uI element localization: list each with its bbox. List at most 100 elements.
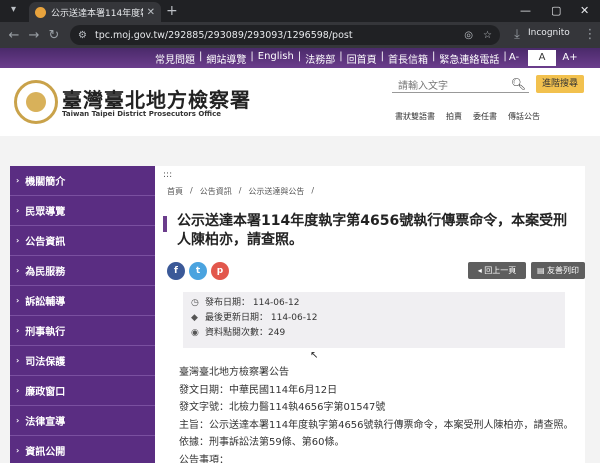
utility-link[interactable]: | [381, 51, 384, 66]
font-size-controls: A- A A+ [500, 50, 584, 66]
breadcrumb-item[interactable]: 首頁 [167, 186, 183, 197]
title-accent-bar [163, 216, 167, 232]
tab-close-icon[interactable]: ✕ [147, 7, 155, 18]
url-text[interactable]: tpc.moj.gov.tw/292885/293089/293093/1296… [95, 30, 454, 41]
sidebar-item-label: 法律宣導 [25, 417, 66, 428]
body-paragraph: 發文日期：中華民國114年6月12日 [179, 384, 338, 396]
sidebar-item-label: 民眾導覽 [25, 207, 66, 218]
print-button-label: 友善列印 [547, 266, 580, 275]
body-paragraph: 發文字號：北檢力醫114執4656字第01547號 [179, 402, 386, 413]
breadcrumb-item[interactable]: / [311, 186, 314, 197]
updated-date-row: ◆ 最後更新日期： 114-06-12 [191, 311, 557, 326]
quick-link[interactable]: 委任書 [473, 111, 497, 122]
utility-link[interactable]: 緊急連絡電話 [439, 51, 499, 66]
updated-date: 最後更新日期： 114-06-12 [205, 313, 318, 323]
chevron-right-icon: › [16, 356, 20, 365]
utility-link[interactable]: 首長信箱 [388, 51, 428, 66]
reload-icon[interactable]: ↻ [44, 28, 64, 43]
sidebar-item[interactable]: › 為民服務 [10, 256, 155, 286]
font-small-button[interactable]: A- [500, 50, 528, 66]
chevron-right-icon: › [16, 236, 20, 245]
chevron-right-icon: › [16, 266, 20, 275]
utility-link[interactable]: 回首頁 [347, 51, 377, 66]
print-button[interactable]: ▤ 友善列印 [531, 262, 585, 279]
back-icon[interactable]: ← [4, 28, 24, 43]
sidebar-item[interactable]: › 廉政窗口 [10, 376, 155, 406]
font-medium-button[interactable]: A [528, 50, 556, 66]
site-favicon-icon [35, 6, 46, 18]
utility-link[interactable]: | [199, 51, 202, 66]
sidebar-item-label: 刑事執行 [25, 327, 66, 338]
facebook-icon[interactable]: f [167, 262, 185, 280]
search-icon[interactable]: 🔍︎ [511, 77, 526, 91]
sidebar-item-label: 訴訟輔導 [25, 297, 66, 308]
site-info-icon[interactable]: ⚙ [78, 30, 87, 41]
quick-links: 書狀雙語書 拍賣 委任書 傳話公告 [395, 111, 551, 122]
sidebar-item[interactable]: › 機關簡介 [10, 166, 155, 196]
breadcrumb-item[interactable]: 公示送達與公告 [248, 186, 304, 197]
site-name[interactable]: 臺灣臺北地方檢察署 [62, 84, 251, 113]
download-icon[interactable]: ⤓ [507, 27, 527, 42]
accesskey-dots[interactable]: ::: [163, 170, 172, 180]
quick-link[interactable]: 書狀雙語書 [395, 111, 435, 122]
utility-link[interactable]: | [250, 51, 253, 66]
sidebar-item[interactable]: › 民眾導覽 [10, 196, 155, 226]
utility-link[interactable]: | [298, 51, 301, 66]
tab-search-icon[interactable]: ▾ [7, 4, 20, 17]
chevron-right-icon: › [16, 326, 20, 335]
more-menu-icon[interactable]: ⋮ [580, 27, 600, 42]
sidebar-item[interactable]: › 刑事執行 [10, 316, 155, 346]
close-window-icon[interactable]: ✕ [580, 4, 589, 17]
chevron-right-icon: › [16, 176, 20, 185]
page-title: 公示送達本署114年度執字第4656號執行傳票命令，本案受刑人陳柏亦，請查照。 [177, 213, 568, 248]
breadcrumb-item[interactable]: / [190, 186, 193, 197]
utility-link[interactable]: 網站導覽 [206, 51, 246, 66]
agency-logo-icon[interactable] [14, 80, 58, 124]
sidebar-item[interactable]: › 法律宣導 [10, 406, 155, 436]
chevron-right-icon: › [16, 416, 20, 425]
utility-link[interactable]: 常見問題 [155, 51, 195, 66]
sidebar-item-label: 為民服務 [25, 267, 66, 278]
chevron-right-icon: › [16, 296, 20, 305]
utility-link[interactable]: 法務部 [305, 51, 335, 66]
twitter-icon[interactable]: t [189, 262, 207, 280]
back-button[interactable]: ◂ 回上一頁 [468, 262, 526, 279]
sidebar-item[interactable]: › 公告資訊 [10, 226, 155, 256]
breadcrumb-item[interactable]: 公告資訊 [200, 186, 232, 197]
site-header: 臺灣臺北地方檢察署 Taiwan Taipei District Prosecu… [0, 68, 600, 136]
font-large-button[interactable]: A+ [556, 50, 584, 66]
minimize-icon[interactable]: — [520, 4, 531, 17]
address-bar[interactable]: ⚙ tpc.moj.gov.tw/292885/293089/293093/12… [70, 25, 500, 45]
publish-date-row: ◷ 發布日期： 114-06-12 [191, 296, 557, 311]
breadcrumb-item[interactable]: / [239, 186, 242, 197]
sidebar-item[interactable]: › 司法保護 [10, 346, 155, 376]
body-paragraph: 公告事項： [179, 454, 229, 463]
site-name-english: Taiwan Taipei District Prosecutors Offic… [62, 110, 222, 118]
chevron-right-icon: › [16, 206, 20, 215]
search-input[interactable]: 請輸入文字 🔍︎ [392, 76, 529, 93]
sidebar-item[interactable]: › 訴訟輔導 [10, 286, 155, 316]
utility-link[interactable]: English [258, 51, 294, 66]
breadcrumb: 首頁 / 公告資訊 / 公示送達與公告 / [167, 186, 321, 197]
search-placeholder[interactable]: 請輸入文字 [392, 77, 511, 92]
plurk-icon[interactable]: p [211, 262, 229, 280]
sidebar-item-label: 機關簡介 [25, 177, 66, 188]
maximize-icon[interactable]: ▢ [551, 4, 561, 17]
incognito-label[interactable]: Incognito [528, 28, 570, 38]
quick-link[interactable]: 傳話公告 [508, 111, 540, 122]
advanced-search-button[interactable]: 進階搜尋 [536, 75, 584, 93]
sidebar-item[interactable]: › 資訊公開 [10, 436, 155, 463]
browser-tab[interactable]: 公示送達本署114年度執字第465 ✕ [29, 2, 161, 22]
body-paragraph: 依據：刑事訴訟法第59條、第60條。 [179, 437, 345, 448]
bookmark-star-icon[interactable]: ☆ [483, 30, 492, 41]
utility-link[interactable]: | [339, 51, 342, 66]
tag-icon: ◆ [191, 313, 198, 323]
utility-link[interactable]: | [432, 51, 435, 66]
sidebar-item-label: 公告資訊 [25, 237, 66, 248]
quick-link[interactable]: 拍賣 [446, 111, 462, 122]
sidebar-menu: › 機關簡介 › 民眾導覽 › 公告資訊 › 為民服務 › 訴訟輔導 › 刑事執行 › 司法保護 › 廉政窗口… [10, 166, 155, 463]
sidebar-item-label: 司法保護 [25, 357, 66, 368]
eye-off-icon[interactable]: ◎ [464, 30, 473, 41]
new-tab-button[interactable]: + [166, 3, 178, 19]
forward-icon[interactable]: → [24, 28, 44, 43]
